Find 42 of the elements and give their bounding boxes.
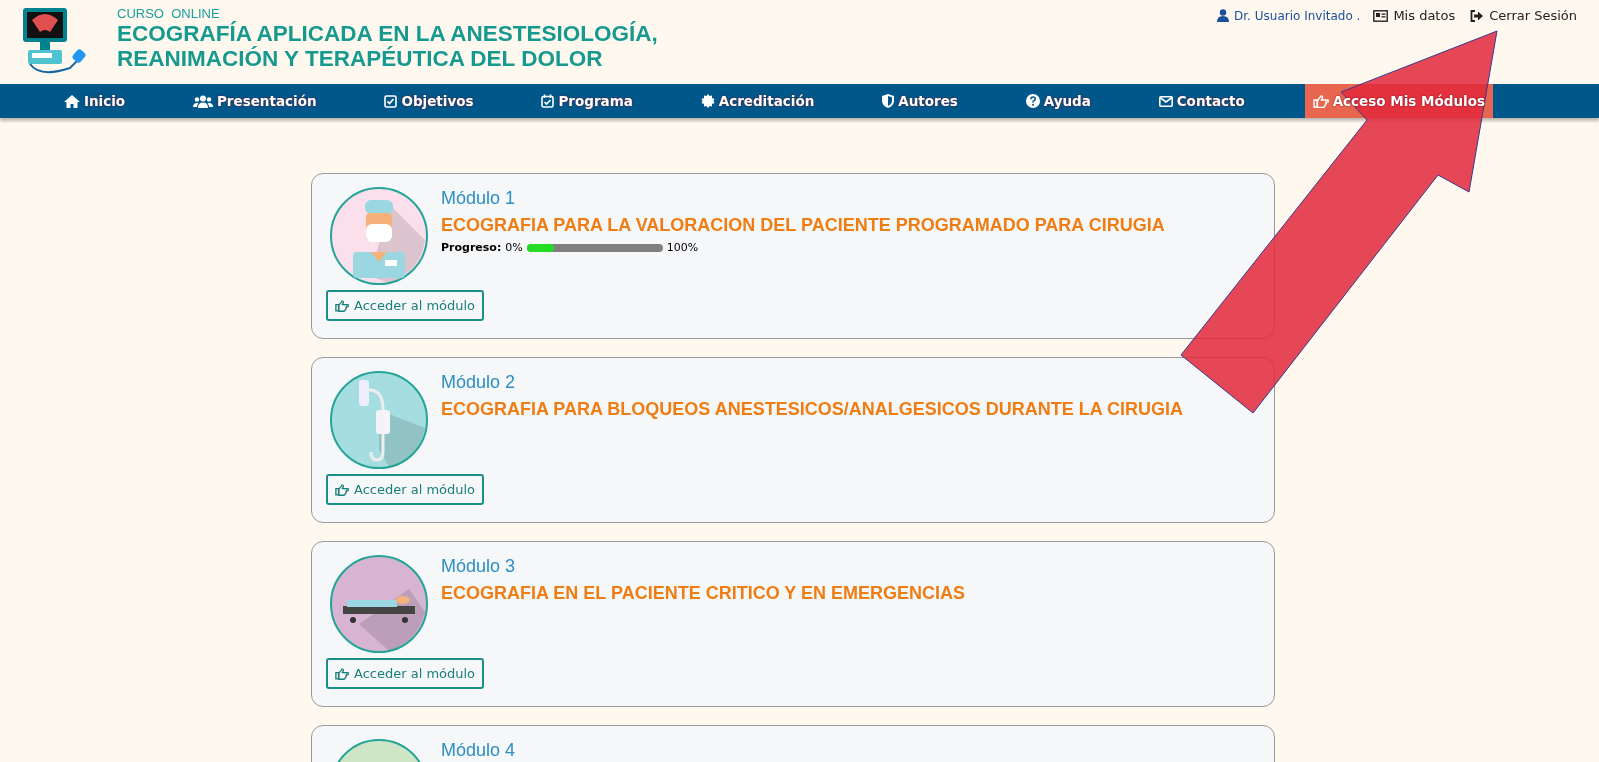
nav-tab[interactable]: Objetivos: [376, 84, 482, 118]
nav-tab[interactable]: Acreditación: [692, 84, 823, 118]
progress-label: Progreso:: [441, 241, 502, 254]
nav-tab[interactable]: Contacto: [1150, 84, 1253, 118]
nav-tab[interactable]: Inicio: [55, 84, 134, 118]
progress-end: 100%: [666, 241, 699, 254]
shield-icon: [882, 94, 895, 108]
module-number: Módulo 3: [441, 556, 517, 577]
user-link[interactable]: Mis datos: [1393, 8, 1456, 23]
nav-tab[interactable]: Autores: [874, 84, 966, 118]
thumbs-up-icon: [335, 483, 349, 496]
module-title: ECOGRAFIA PARA BLOQUEOS ANESTESICOS/ANALGESICOS DURANTE LA CIRUGIA: [441, 399, 1184, 420]
progress-start: 0%: [505, 241, 523, 254]
access-module-button[interactable]: Acceder al módulo: [326, 290, 485, 321]
nav-tab[interactable]: Programa: [533, 84, 641, 118]
module-title: ECOGRAFIA EN EL PACIENTE CRITICO Y EN EMERGENCIAS: [441, 583, 966, 604]
module-number: Módulo 2: [441, 372, 517, 393]
nav-tab[interactable]: Presentación: [184, 84, 325, 118]
calendar-icon: [541, 94, 555, 108]
thumbs-up-icon: [335, 299, 349, 312]
nav-tab[interactable]: Ayuda: [1017, 84, 1099, 118]
access-module-button[interactable]: Acceder al módulo: [326, 658, 485, 689]
user-icon: [1217, 9, 1230, 22]
course-title: REANIMACIÓN Y TERAPÉUTICA DEL DOLOR: [117, 46, 604, 71]
module-number: Módulo 1: [441, 188, 517, 209]
access-module-button[interactable]: Acceder al módulo: [326, 474, 485, 505]
help-icon: [1025, 94, 1040, 108]
user-link[interactable]: Cerrar Sesión: [1489, 8, 1577, 23]
logout-icon: [1470, 9, 1485, 22]
users-icon: [192, 94, 213, 108]
module-number: Módulo 4: [441, 740, 516, 761]
checkbox-icon: [384, 94, 398, 108]
course-label: CURSO ONLINE: [117, 6, 221, 21]
home-icon: [63, 94, 80, 108]
user-name: Dr. Usuario Invitado .: [1234, 8, 1361, 23]
thumbs-up-icon: [1312, 94, 1329, 108]
module-title: ECOGRAFIA PARA LA VALORACION DEL PACIENTE PROGRAMADO PARA CIRUGIA: [441, 215, 1165, 236]
id-card-icon: [1373, 9, 1389, 22]
thumbs-up-icon: [335, 667, 349, 680]
envelope-icon: [1158, 95, 1173, 107]
course-title: ECOGRAFÍA APLICADA EN LA ANESTESIOLOGÍA,: [117, 21, 658, 46]
gear-icon: [700, 94, 715, 108]
